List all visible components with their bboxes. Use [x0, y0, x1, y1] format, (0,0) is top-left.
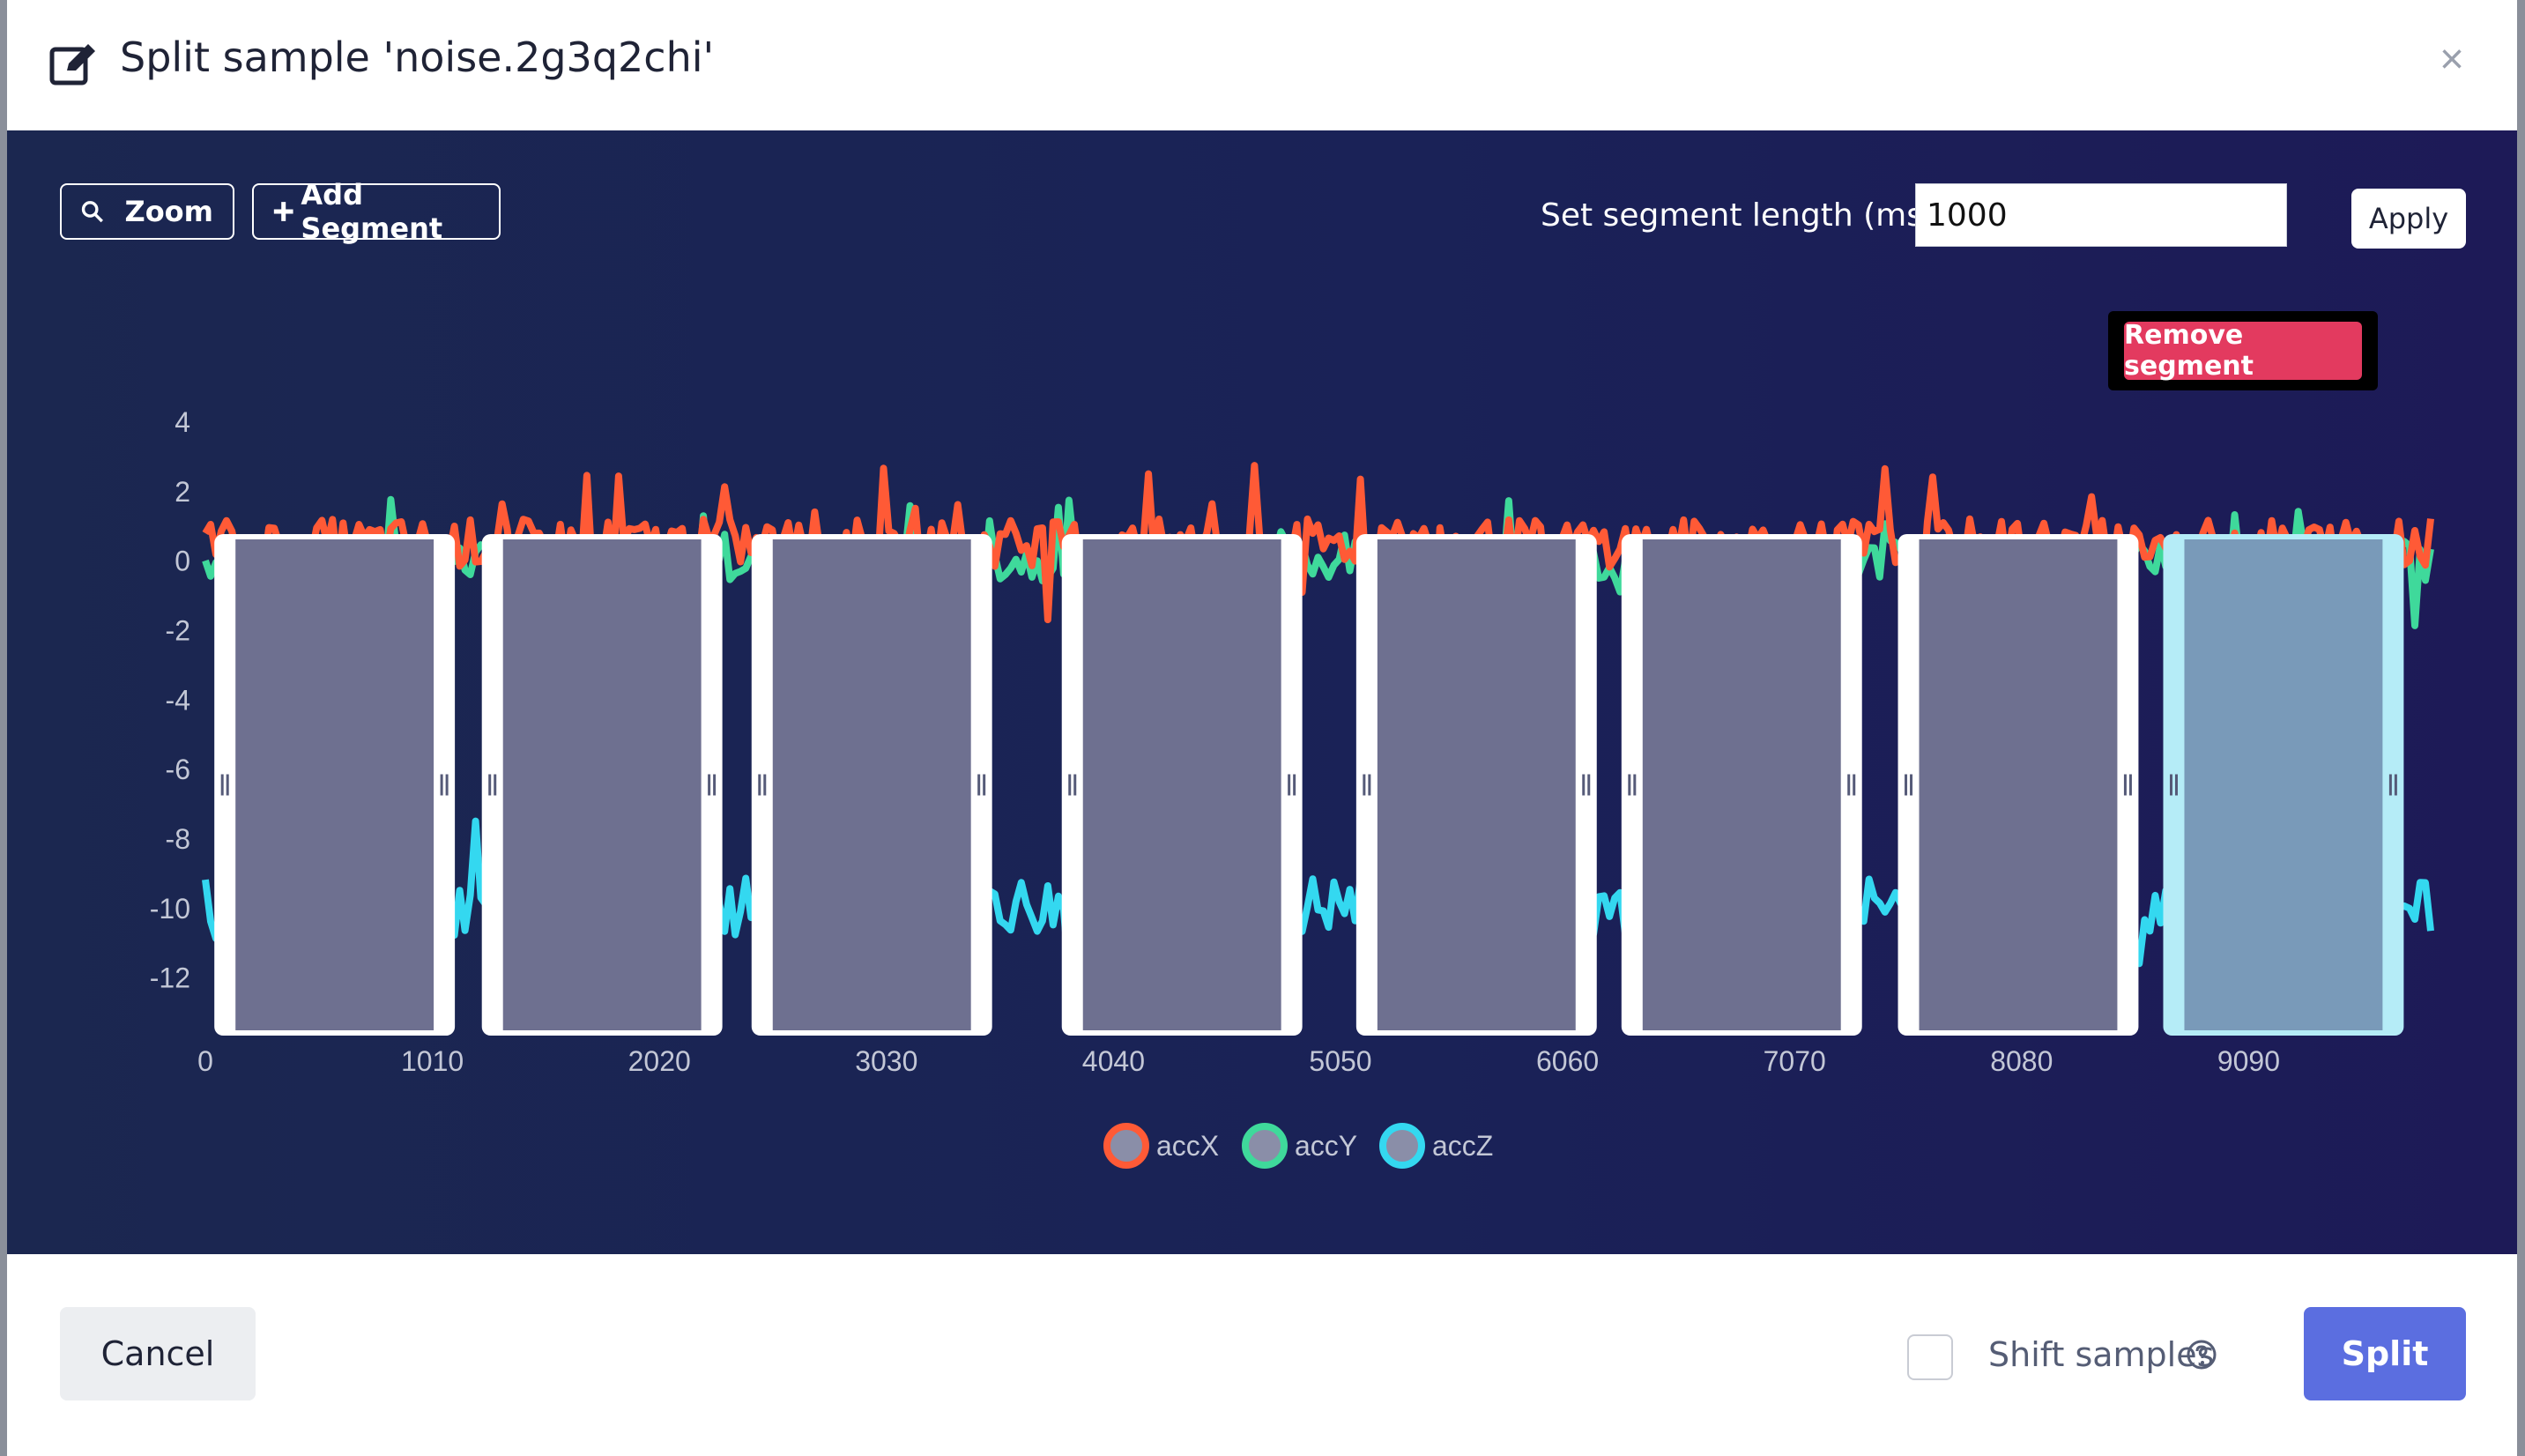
x-tick-label: 2020 [628, 1045, 691, 1077]
y-tick-label: -10 [150, 893, 190, 925]
legend-label: accZ [1432, 1130, 1493, 1162]
remove-segment-tooltip: Remove segment [2108, 311, 2378, 390]
sensor-chart: 4 2 0 -2 -4 -6 -8 -10 -12 0 1010 2020 3030 4040 5050 60… [150, 406, 2434, 1169]
y-tick-label: -6 [166, 754, 190, 785]
segment-region [1082, 539, 1281, 1030]
y-tick-label: 2 [175, 476, 190, 508]
segment-region [772, 539, 971, 1030]
legend-marker-accY [1242, 1123, 1288, 1169]
close-icon[interactable]: × [2440, 33, 2464, 86]
y-tick-label: -12 [150, 962, 190, 994]
x-tick-label: 7070 [1764, 1045, 1826, 1077]
segment-region [1642, 539, 1841, 1030]
x-tick-label: 6060 [1536, 1045, 1599, 1077]
x-tick-label: 4040 [1082, 1045, 1145, 1077]
legend-marker-accX [1103, 1123, 1149, 1169]
edit-icon [49, 44, 95, 85]
x-tick-label: 8080 [1990, 1045, 2053, 1077]
segment-region [1377, 539, 1576, 1030]
dialog-footer: Cancel Shift samples Split [7, 1254, 2517, 1456]
dialog-title: Split sample 'noise.2g3q2chi' [120, 33, 715, 81]
y-tick-label: 0 [175, 546, 190, 577]
segment-region [1919, 539, 2118, 1030]
x-tick-label: 0 [197, 1045, 213, 1077]
x-tick-label: 9090 [2217, 1045, 2280, 1077]
x-tick-label: 1010 [401, 1045, 464, 1077]
y-tick-label: 4 [175, 406, 190, 438]
legend-label: accX [1156, 1130, 1219, 1162]
remove-segment-button[interactable]: Remove segment [2124, 320, 2362, 382]
x-tick-label: 5050 [1309, 1045, 1371, 1077]
legend-label: accY [1295, 1130, 1357, 1162]
shift-samples-checkbox[interactable] [1907, 1334, 1953, 1380]
legend-marker-accZ [1379, 1123, 1425, 1169]
segment-region [2184, 539, 2383, 1030]
split-sample-dialog: Split sample 'noise.2g3q2chi' × Zoom Add… [7, 0, 2517, 1456]
segment-region [502, 539, 702, 1030]
segment-region [235, 539, 434, 1030]
y-tick-label: -2 [166, 614, 190, 646]
cancel-button[interactable]: Cancel [60, 1307, 256, 1400]
dialog-header: Split sample 'noise.2g3q2chi' × [7, 0, 2517, 131]
question-circle-icon[interactable] [2186, 1339, 2217, 1371]
dialog-body: Zoom Add Segment Set segment length (ms.… [7, 130, 2517, 1254]
y-tick-label: -4 [166, 684, 190, 716]
x-tick-label: 3030 [855, 1045, 917, 1077]
split-button[interactable]: Split [2304, 1307, 2466, 1400]
y-tick-label: -8 [166, 823, 190, 855]
shift-samples-label: Shift samples [1988, 1335, 2215, 1374]
